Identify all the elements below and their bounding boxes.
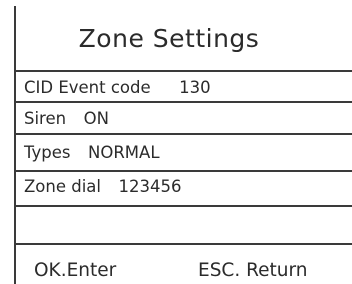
siren-row[interactable]: Siren ON	[16, 109, 352, 128]
page-title: Zone Settings	[78, 24, 260, 53]
esc-return-button[interactable]: ESC. Return	[198, 260, 308, 281]
divider	[16, 205, 352, 207]
zone-dial-row[interactable]: Zone dial 123456	[16, 177, 352, 196]
divider	[16, 101, 352, 103]
zone-settings-screen: Zone Settings CID Event code 130 Siren O…	[14, 6, 352, 284]
divider	[16, 70, 352, 72]
ok-enter-button[interactable]: OK.Enter	[34, 260, 116, 281]
zone-dial-value: 123456	[118, 177, 182, 196]
cid-event-code-label: CID Event code	[24, 78, 151, 97]
empty-row[interactable]	[16, 213, 352, 235]
siren-value: ON	[83, 109, 109, 128]
divider	[16, 170, 352, 172]
siren-label: Siren	[24, 109, 67, 128]
divider	[16, 133, 352, 135]
types-label: Types	[24, 143, 71, 162]
cid-event-code-row[interactable]: CID Event code 130	[16, 78, 352, 97]
types-value: NORMAL	[88, 143, 160, 162]
zone-dial-label: Zone dial	[24, 177, 102, 196]
cid-event-code-value: 130	[179, 78, 211, 97]
divider	[16, 243, 352, 245]
types-row[interactable]: Types NORMAL	[16, 143, 352, 162]
